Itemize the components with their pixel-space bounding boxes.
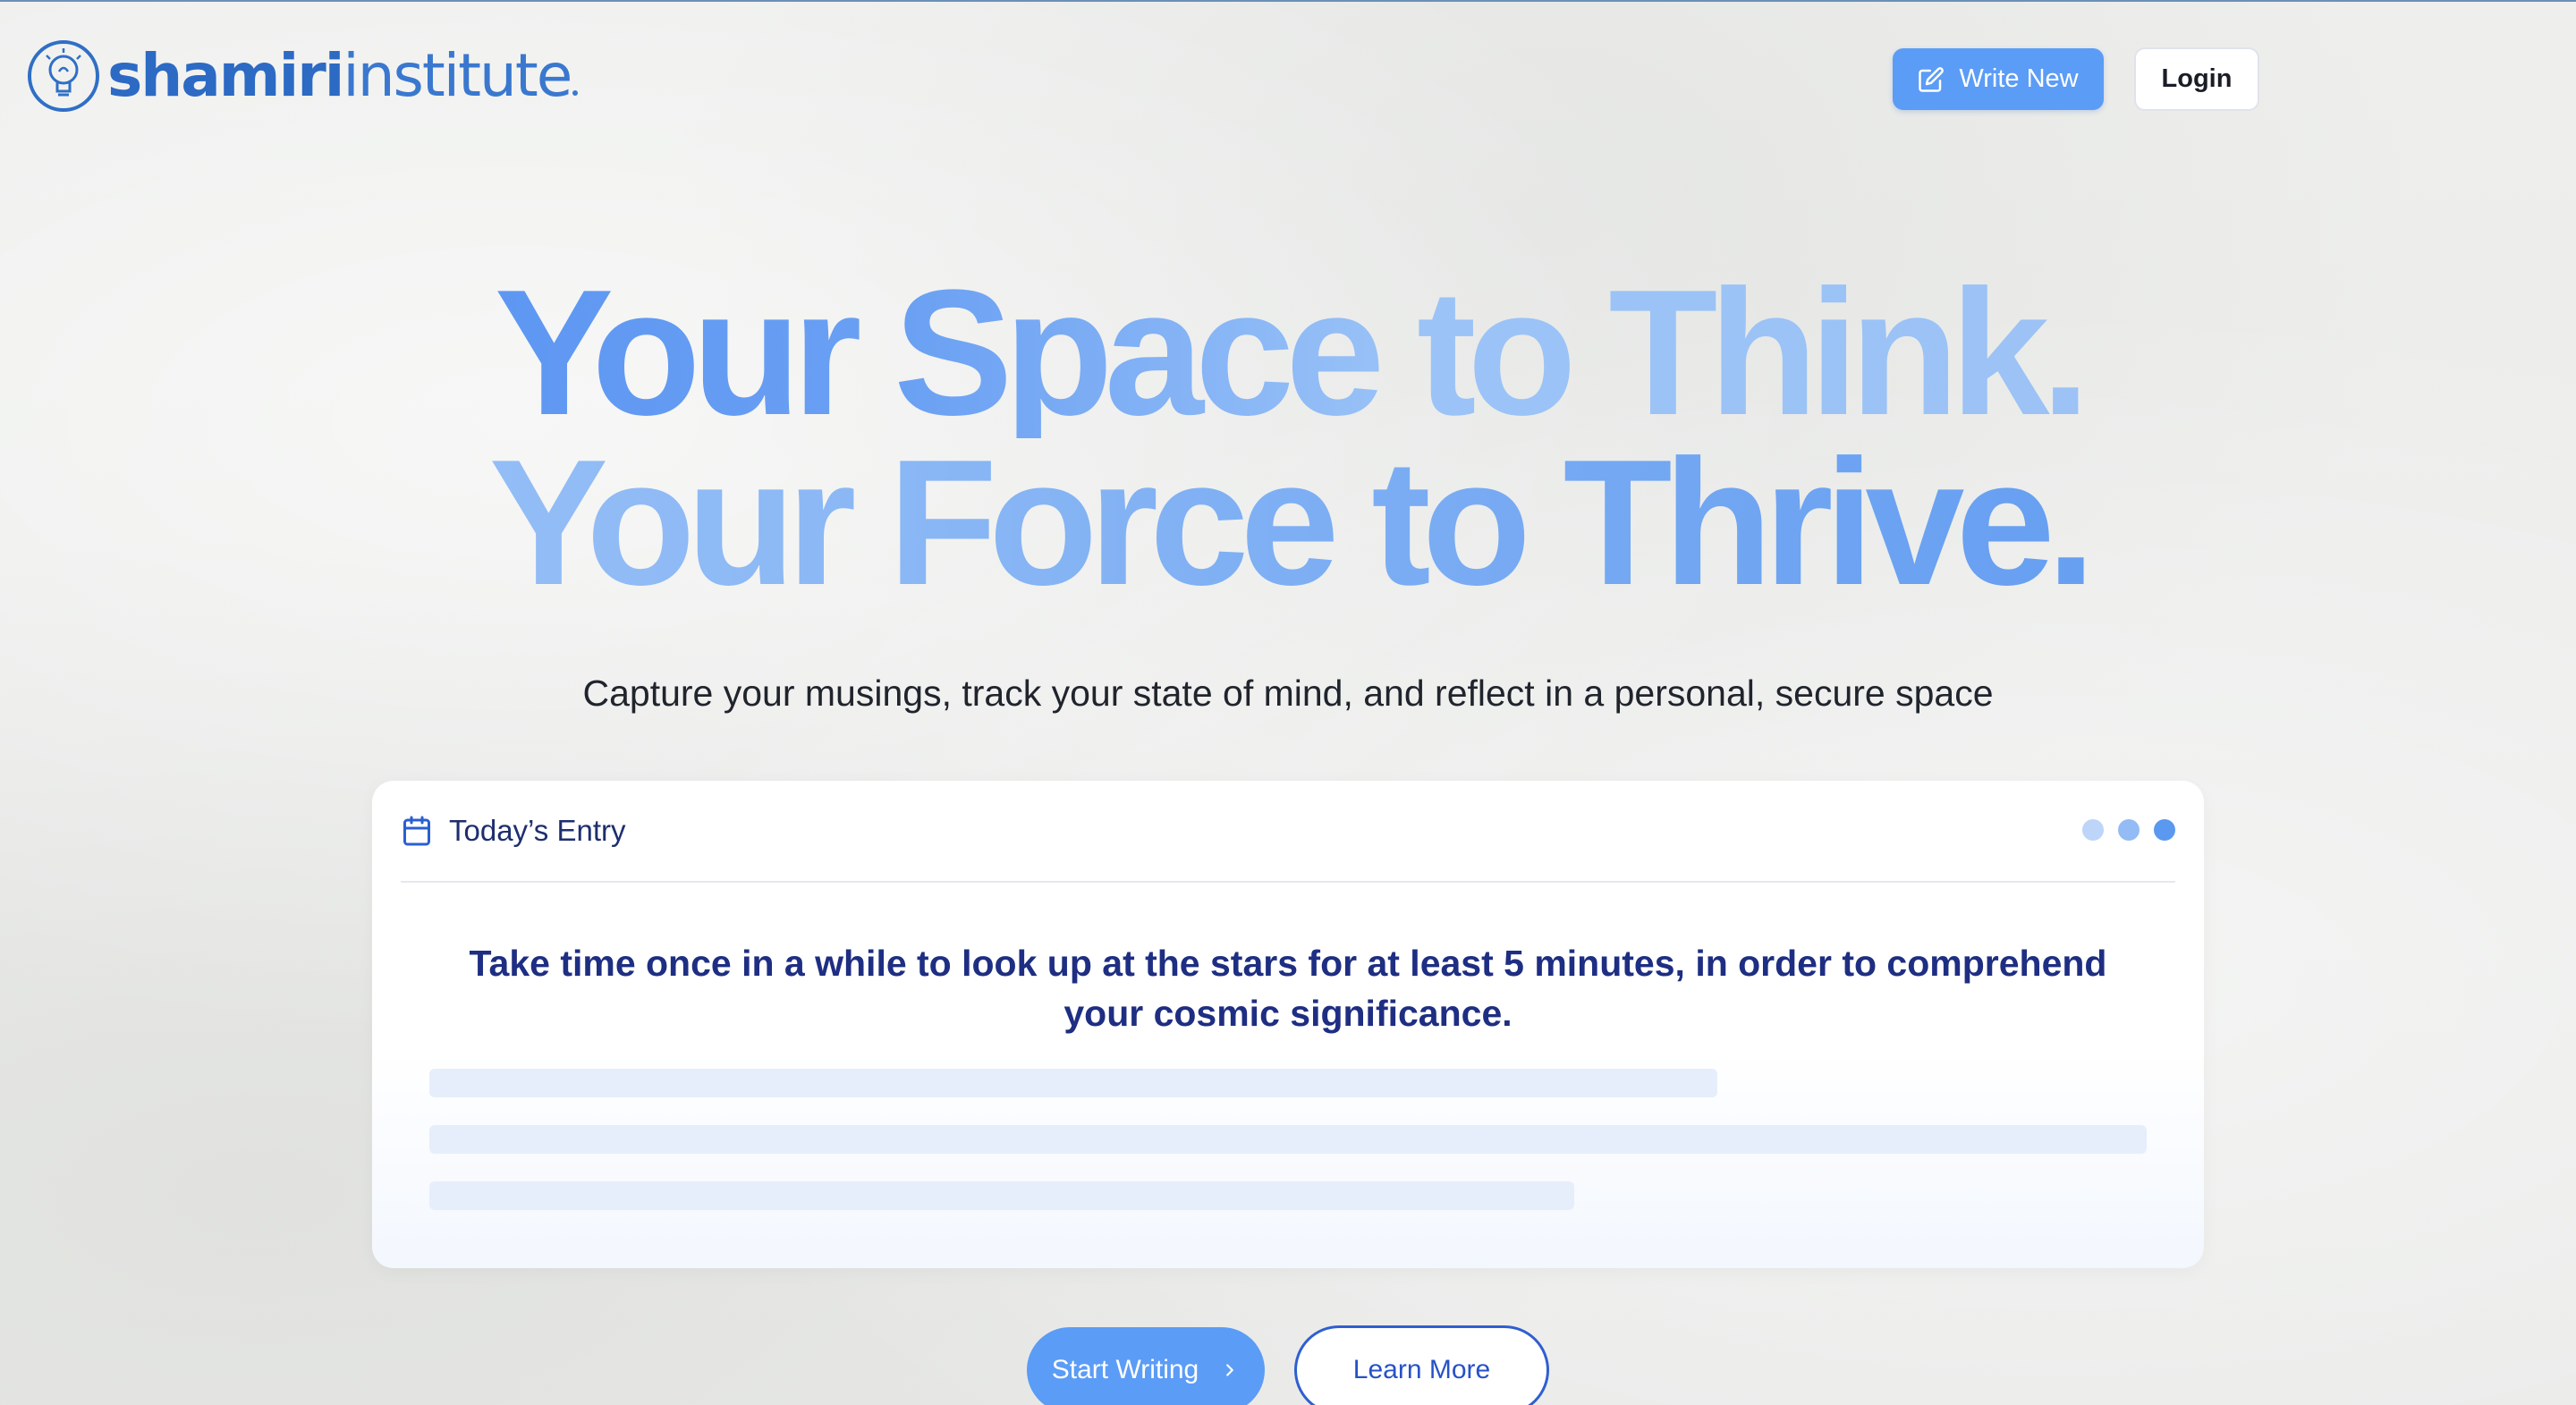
start-writing-label: Start Writing (1051, 1355, 1199, 1384)
entry-card-title: Today’s Entry (449, 814, 626, 847)
calendar-icon (403, 816, 430, 846)
brand-name-bold: shamiri (107, 41, 344, 110)
hero-subtitle: Capture your musings, track your state o… (582, 673, 1994, 714)
dot-dark (2154, 819, 2175, 841)
lightbulb-head-icon (28, 40, 99, 112)
write-new-button[interactable]: Write New (1893, 48, 2104, 110)
placeholder-line (429, 1069, 1717, 1097)
top-border (0, 0, 2576, 2)
brand-wordmark: shamiriinstitute (107, 47, 579, 106)
todays-entry-card: Today’s Entry Take time once in a while … (372, 781, 2204, 1268)
start-writing-button[interactable]: Start Writing (1027, 1327, 1265, 1405)
entry-quote: Take time once in a while to look up at … (469, 943, 2107, 1034)
hero-line-2: Your Force to Thrive. (0, 434, 2576, 613)
hero-line-1: Your Space to Think. (0, 264, 2576, 443)
dot-medium (2118, 819, 2140, 841)
placeholder-line (429, 1125, 2147, 1154)
chevron-right-icon (1226, 1364, 1234, 1376)
brand-logo[interactable]: shamiriinstitute (27, 39, 579, 113)
hero-heading: Your Space to Think. Your Force to Thriv… (0, 264, 2576, 613)
dot-light (2082, 819, 2104, 841)
brand-dot (572, 90, 579, 96)
entry-card-header: Today’s Entry (401, 781, 2175, 883)
window-dots (2082, 819, 2175, 841)
write-new-label: Write New (1959, 64, 2079, 93)
learn-more-button[interactable]: Learn More (1294, 1325, 1549, 1405)
brand-name-light: institute (343, 41, 572, 110)
placeholder-line (429, 1181, 1574, 1210)
login-button[interactable]: Login (2134, 47, 2259, 111)
edit-pencil-icon (1919, 66, 1945, 92)
learn-more-label: Learn More (1352, 1355, 1491, 1384)
login-label: Login (2161, 64, 2233, 93)
